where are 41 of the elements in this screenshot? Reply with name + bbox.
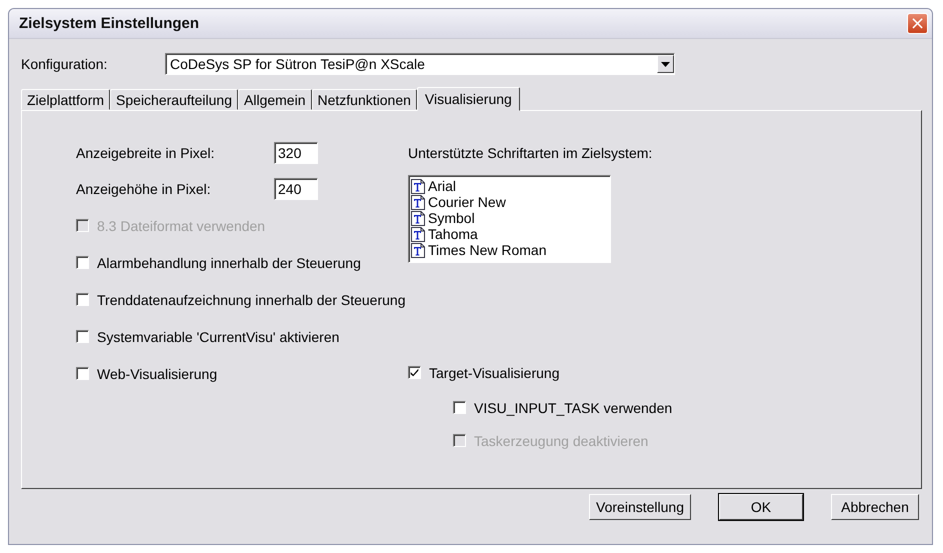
font-file-icon bbox=[411, 226, 425, 242]
font-file-icon bbox=[411, 242, 425, 258]
checkbox[interactable] bbox=[453, 401, 466, 414]
checkbox[interactable] bbox=[76, 330, 89, 343]
window-title: Zielsystem Einstellungen bbox=[19, 15, 200, 32]
checkbox-label: Taskerzeugung deaktivieren bbox=[474, 432, 648, 448]
checkbox-label: Target-Visualisierung bbox=[429, 364, 560, 380]
tab[interactable]: Visualisierung bbox=[416, 87, 520, 111]
checkbox-label: Trenddatenaufzeichnung innerhalb der Steuerung bbox=[97, 292, 406, 308]
tab[interactable]: Zielplattform bbox=[21, 89, 110, 110]
configuration-dropdown[interactable]: CoDeSys SP for Sütron TesiP@n XScale bbox=[165, 53, 675, 75]
checkbox-label: Alarmbehandlung innerhalb der Steuerung bbox=[97, 254, 361, 270]
checkbox-label: 8.3 Dateiformat verwenden bbox=[97, 218, 266, 234]
close-button[interactable]: × bbox=[907, 13, 928, 34]
font-list-item[interactable]: Symbol bbox=[411, 210, 475, 226]
input-field[interactable]: 240 bbox=[274, 178, 318, 200]
tab[interactable]: Netzfunktionen bbox=[312, 89, 417, 110]
dialog-button[interactable]: Voreinstellung bbox=[589, 494, 691, 520]
fonts-label: Unterstützte Schriftarten im Zielsystem: bbox=[408, 144, 654, 163]
checkbox[interactable] bbox=[76, 367, 89, 380]
checkbox-label: Systemvariable 'CurrentVisu' aktivieren bbox=[97, 328, 340, 344]
tab[interactable]: Allgemein bbox=[238, 89, 312, 110]
dialog-button[interactable]: Abbrechen bbox=[831, 494, 919, 520]
font-file-icon bbox=[411, 178, 425, 194]
font-list-item[interactable]: Courier New bbox=[411, 194, 506, 210]
input-field[interactable]: 320 bbox=[274, 142, 318, 164]
field-label: Anzeigebreite in Pixel: bbox=[76, 145, 216, 161]
font-file-icon bbox=[411, 210, 425, 226]
configuration-label: Konfiguration: bbox=[21, 56, 108, 72]
font-file-icon bbox=[411, 194, 425, 210]
font-list-item[interactable]: Tahoma bbox=[411, 226, 478, 242]
tab[interactable]: Speicheraufteilung bbox=[110, 89, 238, 110]
checkbox[interactable] bbox=[408, 366, 421, 379]
checkbox[interactable] bbox=[76, 256, 89, 269]
checkbox-label: Web-Visualisierung bbox=[97, 366, 218, 382]
font-list-item[interactable]: Times New Roman bbox=[411, 242, 547, 258]
field-label: Anzeigehöhe in Pixel: bbox=[76, 181, 212, 197]
checkbox[interactable] bbox=[76, 293, 89, 306]
font-list-item[interactable]: Arial bbox=[411, 178, 456, 194]
checkbox-label: VISU_INPUT_TASK verwenden bbox=[474, 400, 672, 416]
dialog-button[interactable]: OK bbox=[719, 494, 803, 520]
